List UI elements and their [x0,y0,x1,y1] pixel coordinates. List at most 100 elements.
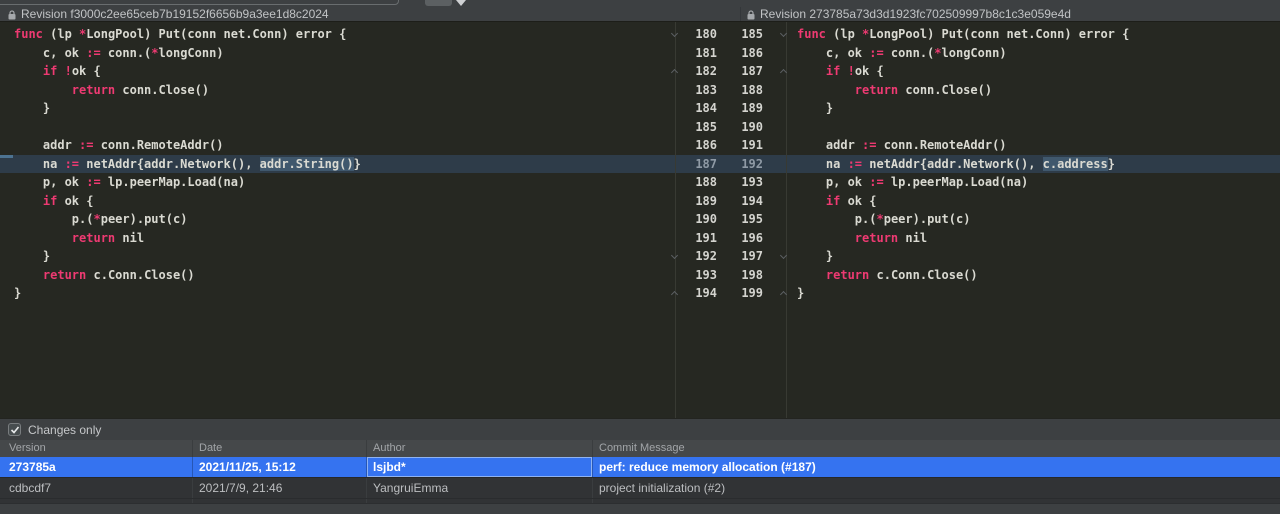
new-line-number: 196 [723,229,763,248]
change-marker [0,155,13,158]
fold-up-icon[interactable] [780,69,787,76]
bottom-status-bar [0,503,1280,514]
gutter-row: 188193 [676,173,786,192]
code-line: na := netAddr{addr.Network(), addr.Strin… [0,155,675,174]
cell-message: perf: reduce memory allocation (#187) [592,457,1280,477]
old-line-number: 187 [676,155,717,174]
code-line: func (lp *LongPool) Put(conn net.Conn) e… [787,25,1280,44]
code-line: c, ok := conn.(*longConn) [787,44,1280,63]
old-line-number: 193 [676,266,717,285]
old-line-number: 191 [676,229,717,248]
code-line: } [787,99,1280,118]
old-line-number: 182 [676,62,717,81]
old-line-number: 190 [676,210,717,229]
gutter-row: 190 195 [676,210,786,229]
top-toolbar-cutoff [0,0,1280,7]
code-line: addr := conn.RemoteAddr() [0,136,675,155]
code-line: } [787,284,1280,303]
old-line-number: 189 [676,192,717,211]
new-line-number: 186 [723,44,763,63]
code-line: c, ok := conn.(*longConn) [0,44,675,63]
cutoff-input-field[interactable] [0,0,399,5]
code-line: if ok { [0,192,675,211]
old-line-number: 192 [676,247,717,266]
left-editor-pane[interactable]: func (lp *LongPool) Put(conn net.Conn) e… [0,22,675,418]
old-line-number: 180 [676,25,717,44]
revision-headers-bar: Revision f3000c2ee65ceb7b19152f6656b9a3e… [0,7,1280,22]
column-header-version[interactable]: Version [0,440,192,457]
code-line: p.(*peer).put(c) [787,210,1280,229]
old-line-number: 181 [676,44,717,63]
chevron-down-icon[interactable] [456,0,466,6]
code-line: return nil [787,229,1280,248]
code-line: if !ok { [0,62,675,81]
header-divider [740,7,741,21]
code-line: func (lp *LongPool) Put(conn net.Conn) e… [0,25,675,44]
code-line: } [0,247,675,266]
left-revision-header: Revision f3000c2ee65ceb7b19152f6656b9a3e… [8,7,329,21]
new-line-number: 190 [723,118,763,137]
gutter-row: 187 192 [676,155,786,174]
code-line: return conn.Close() [0,81,675,100]
new-line-number: 192 [723,155,763,174]
new-line-number: 189 [723,99,763,118]
gutter-row: 192 197 [676,247,786,266]
lock-icon [8,10,16,20]
changes-only-bar: Changes only [0,418,1280,440]
old-line-number: 185 [676,118,717,137]
right-editor-pane[interactable]: func (lp *LongPool) Put(conn net.Conn) e… [787,22,1280,418]
code-line: } [0,284,675,303]
cell-version: cdbcdf7 [0,478,192,498]
cell-date: 2021/7/9, 21:46 [192,478,366,498]
fold-down-icon[interactable] [780,252,787,259]
cell-date: 2021/11/25, 15:12 [192,457,366,477]
old-line-number: 186 [676,136,717,155]
new-line-number: 187 [723,62,763,81]
code-line: return nil [0,229,675,248]
fold-up-icon[interactable] [780,291,787,298]
left-revision-title: Revision f3000c2ee65ceb7b19152f6656b9a3e… [21,7,329,21]
code-line: p.(*peer).put(c) [0,210,675,229]
gutter-row: 185 190 [676,118,786,137]
code-line: if ok { [787,192,1280,211]
changes-only-checkbox[interactable] [8,423,21,436]
new-line-number: 195 [723,210,763,229]
new-line-number: 197 [723,247,763,266]
history-row-cdbcdf7[interactable]: cdbcdf72021/7/9, 21:46YangruiEmmaproject… [0,478,1280,499]
new-line-number: 185 [723,25,763,44]
gutter-row: 180 185 [676,25,786,44]
gutter-row: 184 189 [676,99,786,118]
fold-down-icon[interactable] [780,30,787,37]
new-line-number: 198 [723,266,763,285]
code-line: p, ok := lp.peerMap.Load(na) [0,173,675,192]
gutter-row: 194199 [676,284,786,303]
gutter-row: 193 198 [676,266,786,285]
old-line-number: 188 [676,173,717,192]
cell-author: YangruiEmma [366,478,592,498]
history-row-273785a[interactable]: 273785a2021/11/25, 15:12lsjbd*perf: redu… [0,457,1280,478]
diff-area: func (lp *LongPool) Put(conn net.Conn) e… [0,22,1280,418]
code-line: } [0,99,675,118]
column-header-commit-message[interactable]: Commit Message [592,440,1280,457]
code-line: } [787,247,1280,266]
changes-only-label: Changes only [28,423,101,437]
old-line-number: 184 [676,99,717,118]
cell-version: 273785a [0,457,192,477]
diff-line-number-gutter: 1801851811861821871831881841891851901861… [675,22,787,418]
cutoff-button[interactable] [425,0,452,6]
cell-message: project initialization (#2) [592,478,1280,498]
code-line [0,118,675,137]
gutter-row: 186191 [676,136,786,155]
lock-icon [747,10,755,20]
gutter-row: 182 187 [676,62,786,81]
column-header-author[interactable]: Author [366,440,592,457]
code-line: return c.Conn.Close() [0,266,675,285]
column-header-date[interactable]: Date [192,440,366,457]
gutter-row: 183188 [676,81,786,100]
cell-author: lsjbd* [366,457,592,477]
old-line-number: 183 [676,81,717,100]
new-line-number: 194 [723,192,763,211]
gutter-row: 181 186 [676,44,786,63]
code-line [787,118,1280,137]
old-line-number: 194 [676,284,717,303]
